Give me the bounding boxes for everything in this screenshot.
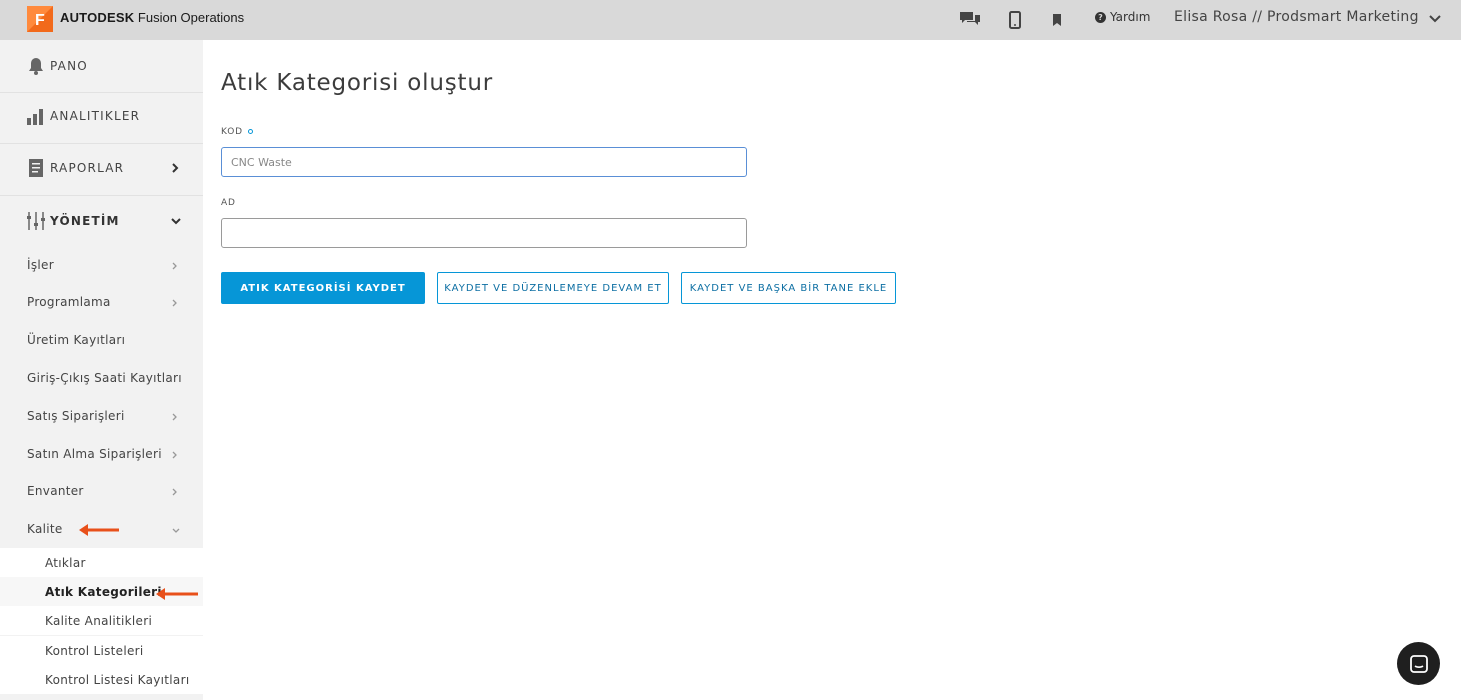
chevron-down-icon bbox=[171, 520, 181, 539]
sidebar-subitem-kalite-analitikleri[interactable]: Kalite Analitikleri bbox=[0, 606, 203, 635]
sidebar-item-satis-siparisleri[interactable]: Satış Siparişleri bbox=[0, 397, 203, 435]
annotation-arrow-icon bbox=[78, 522, 120, 541]
sidebar-subitem-kontrol-listeleri[interactable]: Kontrol Listeleri bbox=[0, 636, 203, 665]
sidebar-item-label: Kontrol Listesi Kayıtları bbox=[45, 672, 190, 687]
fusion-logo-icon[interactable]: F bbox=[27, 6, 53, 32]
report-icon bbox=[26, 158, 46, 178]
logo-letter: F bbox=[35, 12, 45, 29]
save-and-add-another-button[interactable]: KAYDET VE BAŞKA BİR TANE EKLE bbox=[681, 272, 896, 304]
save-waste-category-button[interactable]: ATIK KATEGORİSİ KAYDET bbox=[221, 272, 425, 304]
sliders-icon bbox=[26, 211, 46, 231]
sidebar-item-label: Satın Alma Siparişleri bbox=[27, 447, 162, 461]
sidebar-item-label: İşler bbox=[27, 258, 54, 272]
sidebar-item-label: PANO bbox=[50, 59, 88, 73]
sidebar-item-uretim-kayitlari[interactable]: Üretim Kayıtları bbox=[0, 321, 203, 359]
sidebar-item-raporlar[interactable]: RAPORLAR bbox=[0, 142, 203, 194]
sidebar-item-label: RAPORLAR bbox=[50, 161, 125, 175]
required-indicator-icon bbox=[247, 129, 253, 134]
sidebar-item-label: YÖNETİM bbox=[50, 214, 120, 228]
chevron-down-icon[interactable] bbox=[1428, 10, 1442, 29]
annotation-arrow-icon bbox=[155, 586, 199, 605]
sidebar-item-label: Envanter bbox=[27, 484, 84, 498]
sidebar-item-giris-cikis[interactable]: Giriş-Çıkış Saati Kayıtları bbox=[0, 359, 203, 397]
save-and-continue-button[interactable]: KAYDET VE DÜZENLEMEYE DEVAM ET bbox=[437, 272, 669, 304]
sidebar-item-label: Üretim Kayıtları bbox=[27, 333, 126, 347]
sidebar-item-label: Giriş-Çıkış Saati Kayıtları bbox=[27, 371, 182, 385]
brand-bold: AUTODESK bbox=[60, 10, 135, 25]
sidebar-item-label: Satış Siparişleri bbox=[27, 409, 125, 423]
sidebar-item-label: Kontrol Listeleri bbox=[45, 643, 144, 658]
bell-icon bbox=[26, 56, 46, 76]
name-field-label: AD bbox=[221, 198, 236, 208]
bookmark-icon[interactable] bbox=[1045, 8, 1069, 32]
help-link[interactable]: ? Yardım bbox=[1095, 10, 1150, 24]
chevron-down-icon bbox=[170, 212, 182, 231]
sidebar-item-satin-alma[interactable]: Satın Alma Siparişleri bbox=[0, 435, 203, 473]
chat-bubble-icon bbox=[1409, 654, 1428, 673]
sidebar-item-programlama[interactable]: Programlama bbox=[0, 283, 203, 321]
page-title: Atık Kategorisi oluştur bbox=[221, 70, 493, 96]
sidebar-subitem-kontrol-listesi-kayitlari[interactable]: Kontrol Listesi Kayıtları bbox=[0, 665, 203, 694]
brand-product: Fusion Operations bbox=[134, 10, 245, 25]
chat-icon[interactable] bbox=[958, 8, 982, 32]
mobile-icon[interactable] bbox=[1003, 8, 1027, 32]
user-menu[interactable]: Elisa Rosa // Prodsmart Marketing bbox=[1174, 9, 1419, 25]
sidebar-item-analitikler[interactable]: ANALITIKLER bbox=[0, 90, 203, 142]
sidebar-item-label: Kalite Analitikleri bbox=[45, 613, 153, 628]
help-label: Yardım bbox=[1110, 10, 1151, 24]
top-bar: F AUTODESK Fusion Operations ? Yardım El… bbox=[0, 0, 1461, 40]
chevron-right-icon bbox=[171, 407, 179, 426]
brand-name: AUTODESK Fusion Operations bbox=[60, 10, 244, 25]
chevron-right-icon bbox=[171, 293, 179, 312]
chevron-right-icon bbox=[171, 256, 179, 275]
sidebar-item-isler[interactable]: İşler bbox=[0, 246, 203, 284]
chevron-right-icon bbox=[171, 445, 179, 464]
code-input[interactable] bbox=[221, 147, 747, 177]
sidebar-item-label: Atık Kategorileri bbox=[45, 584, 162, 599]
sidebar-subitem-atiklar[interactable]: Atıklar bbox=[0, 548, 203, 577]
sidebar-item-yonetim[interactable]: YÖNETİM bbox=[0, 195, 203, 247]
help-icon: ? bbox=[1095, 11, 1106, 23]
sidebar-item-pano[interactable]: PANO bbox=[0, 40, 203, 92]
support-chat-button[interactable] bbox=[1397, 642, 1440, 685]
bar-chart-icon bbox=[26, 106, 46, 126]
sidebar-item-envanter[interactable]: Envanter bbox=[0, 472, 203, 510]
sidebar-item-label: Atıklar bbox=[45, 555, 86, 570]
code-label-text: KOD bbox=[221, 127, 243, 137]
sidebar-item-label: Kalite bbox=[27, 522, 63, 536]
sidebar-item-label: Programlama bbox=[27, 295, 111, 309]
code-field-label: KOD bbox=[221, 127, 253, 137]
sidebar-item-label: ANALITIKLER bbox=[50, 109, 141, 123]
chevron-right-icon bbox=[170, 159, 180, 178]
name-input[interactable] bbox=[221, 218, 747, 248]
chevron-right-icon bbox=[171, 482, 179, 501]
